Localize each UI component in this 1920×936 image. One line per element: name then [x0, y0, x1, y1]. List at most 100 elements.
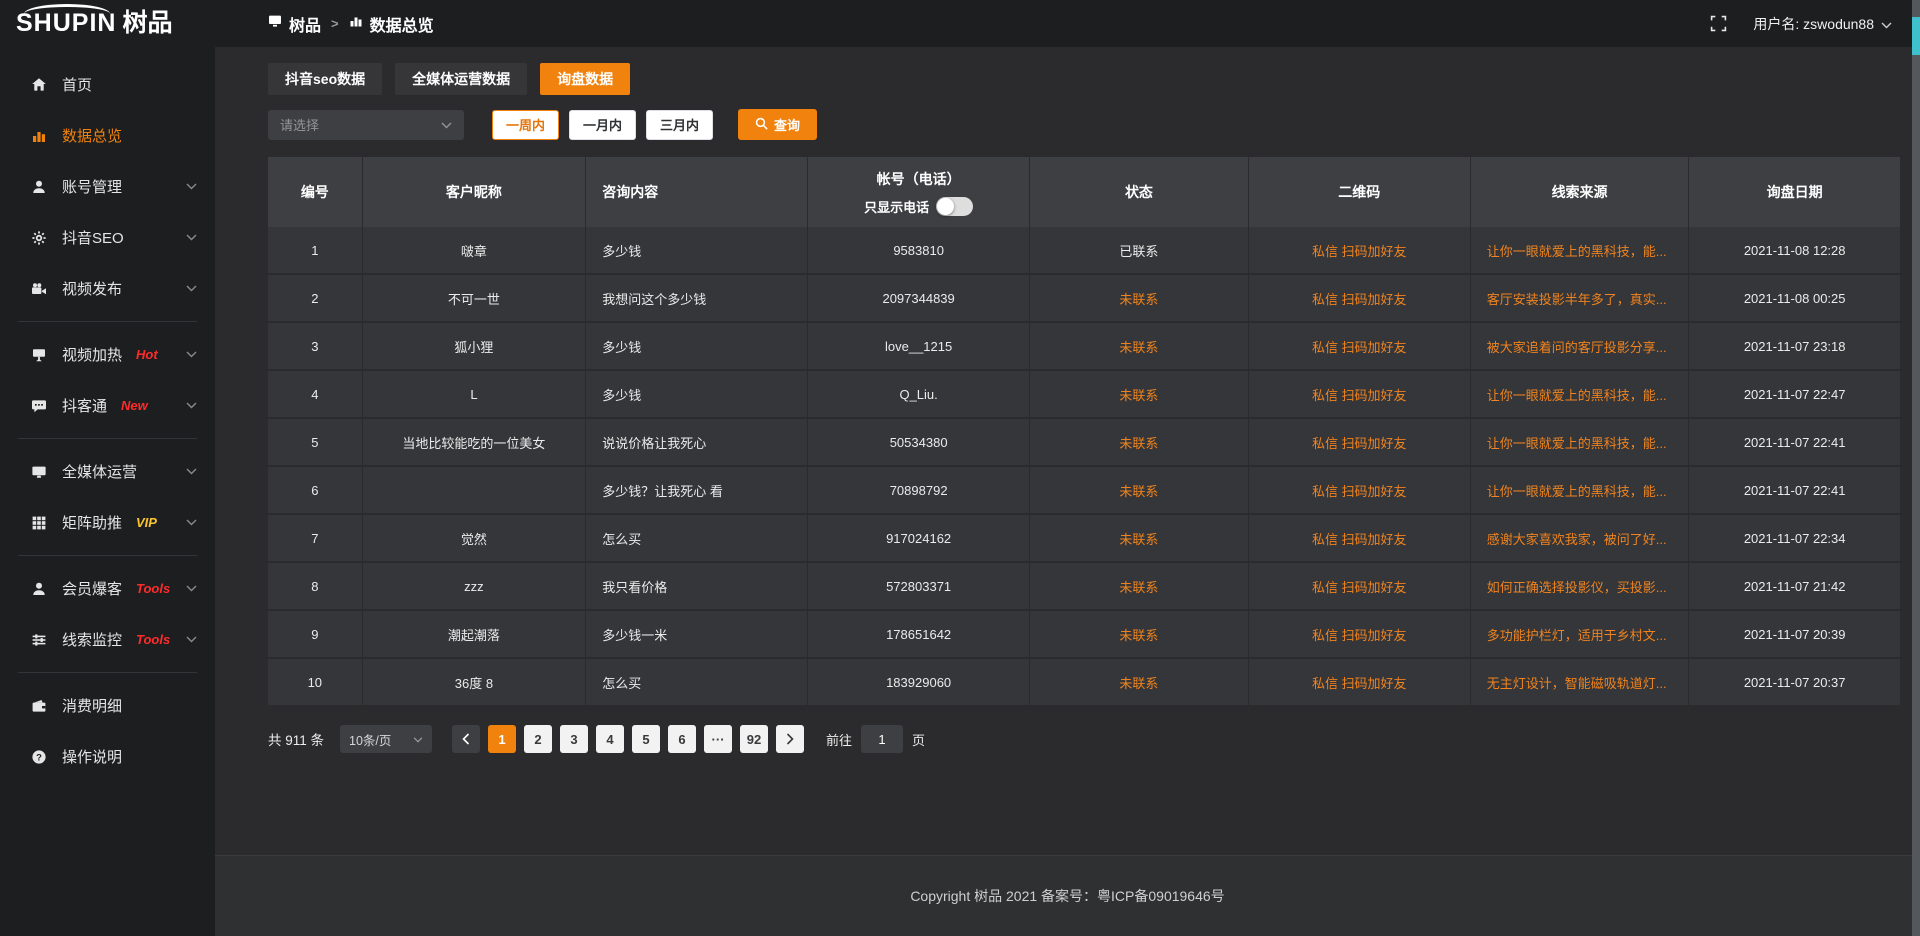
breadcrumb-root[interactable]: 树品 — [268, 12, 321, 36]
page-button-2[interactable]: 2 — [524, 725, 552, 753]
gear-icon — [30, 229, 48, 247]
page-button-3[interactable]: 3 — [560, 725, 588, 753]
prev-page-button[interactable] — [452, 725, 480, 753]
wallet-icon — [30, 697, 48, 715]
source-link[interactable]: 无主灯设计，智能磁吸轨道灯... — [1471, 659, 1690, 705]
qrcode-link[interactable]: 私信 扫码加好友 — [1249, 275, 1471, 321]
footer: Copyright 树品 2021 备案号：粤ICP备09019646号 — [215, 855, 1920, 936]
monitor-icon — [30, 463, 48, 481]
source-link[interactable]: 多功能护栏灯，适用于乡村文... — [1471, 611, 1690, 657]
sidebar-item-help[interactable]: ? 操作说明 — [0, 731, 215, 782]
goto-page-input[interactable] — [861, 725, 903, 753]
range-three-months-button[interactable]: 三月内 — [646, 110, 713, 140]
page-ellipsis-button[interactable]: ··· — [704, 725, 732, 753]
sidebar-item-member-leads[interactable]: 会员爆客 Tools — [0, 563, 215, 614]
screen-icon — [30, 346, 48, 364]
cell-account: Q_Liu. — [808, 371, 1030, 417]
sidebar-item-home[interactable]: 首页 — [0, 59, 215, 110]
sidebar-item-lead-monitor[interactable]: 线索监控 Tools — [0, 614, 215, 665]
table-row: 6 多少钱？让我死心 看 70898792 未联系 私信 扫码加好友 让你一眼就… — [268, 467, 1900, 515]
qrcode-link[interactable]: 私信 扫码加好友 — [1249, 323, 1471, 369]
sidebar-menu: 首页 数据总览 账号管理 抖音 — [0, 47, 215, 782]
sidebar-item-doukeTong[interactable]: 抖客通 New — [0, 380, 215, 431]
sidebar-item-video-heat[interactable]: 视频加热 Hot — [0, 329, 215, 380]
member-icon — [30, 580, 48, 598]
search-button[interactable]: 查询 — [738, 109, 817, 140]
range-one-week-button[interactable]: 一周内 — [492, 110, 559, 140]
col-header-source: 线索来源 — [1471, 157, 1690, 227]
page-button-6[interactable]: 6 — [668, 725, 696, 753]
cell-content: 多少钱一米 — [586, 611, 808, 657]
next-page-button[interactable] — [776, 725, 804, 753]
page-button-5[interactable]: 5 — [632, 725, 660, 753]
page-button-1[interactable]: 1 — [488, 725, 516, 753]
qrcode-link[interactable]: 私信 扫码加好友 — [1249, 515, 1471, 561]
cell-content: 我想问这个多少钱 — [586, 275, 808, 321]
source-link[interactable]: 让你一眼就爱上的黑科技，能... — [1471, 467, 1690, 513]
topbar-right: 用户名: zswodun88 — [1710, 14, 1892, 34]
sidebar-item-spend-details[interactable]: 消费明细 — [0, 680, 215, 731]
range-one-month-button[interactable]: 一月内 — [569, 110, 636, 140]
source-link[interactable]: 客厅安装投影半年多了，真实... — [1471, 275, 1690, 321]
chevron-down-icon — [186, 351, 197, 358]
table-row: 4 L 多少钱 Q_Liu. 未联系 私信 扫码加好友 让你一眼就爱上的黑科技，… — [268, 371, 1900, 419]
sidebar-item-data-overview[interactable]: 数据总览 — [0, 110, 215, 161]
qrcode-link[interactable]: 私信 扫码加好友 — [1249, 659, 1471, 705]
col-header-qrcode: 二维码 — [1249, 157, 1471, 227]
menu-divider — [18, 438, 197, 439]
source-link[interactable]: 感谢大家喜欢我家，被问了好... — [1471, 515, 1690, 561]
col-header-account: 帐号（电话） 只显示电话 — [808, 157, 1030, 227]
user-menu[interactable]: 用户名: zswodun88 — [1753, 14, 1892, 34]
account-select[interactable]: 请选择 — [268, 110, 464, 140]
cell-no: 10 — [268, 659, 363, 705]
cell-nickname: 狐小狸 — [363, 323, 587, 369]
fullscreen-icon[interactable] — [1710, 15, 1727, 32]
cell-nickname: zzz — [363, 563, 587, 609]
sidebar-item-video-publish[interactable]: 视频发布 — [0, 263, 215, 314]
tab-omnimedia-data[interactable]: 全媒体运营数据 — [395, 63, 527, 95]
source-link[interactable]: 让你一眼就爱上的黑科技，能... — [1471, 371, 1690, 417]
status-badge: 未联系 — [1030, 563, 1249, 609]
page-button-92[interactable]: 92 — [740, 725, 768, 753]
chat-icon — [30, 397, 48, 415]
chevron-down-icon — [186, 519, 197, 526]
status-badge: 未联系 — [1030, 611, 1249, 657]
breadcrumb: 树品 > 数据总览 — [268, 12, 434, 36]
cell-nickname — [363, 467, 587, 513]
goto-page-group: 前往 页 — [826, 725, 925, 753]
table-row: 8 zzz 我只看价格 572803371 未联系 私信 扫码加好友 如何正确选… — [268, 563, 1900, 611]
total-count-label: 共 911 条 — [268, 729, 324, 749]
qrcode-link[interactable]: 私信 扫码加好友 — [1249, 371, 1471, 417]
cell-content: 怎么买 — [586, 515, 808, 561]
cell-content: 多少钱 — [586, 227, 808, 273]
sidebar-item-omnimedia[interactable]: 全媒体运营 — [0, 446, 215, 497]
vip-badge: VIP — [136, 515, 157, 530]
source-link[interactable]: 如何正确选择投影仪，买投影... — [1471, 563, 1690, 609]
scrollbar-thumb[interactable] — [1912, 17, 1920, 55]
page-size-select[interactable]: 10条/页 — [340, 725, 432, 753]
chevron-down-icon — [186, 234, 197, 241]
vertical-scrollbar[interactable] — [1912, 0, 1920, 936]
cell-account: 178651642 — [808, 611, 1030, 657]
sidebar-item-douyin-seo[interactable]: 抖音SEO — [0, 212, 215, 263]
sidebar-item-label: 数据总览 — [62, 125, 122, 146]
qrcode-link[interactable]: 私信 扫码加好友 — [1249, 227, 1471, 273]
qrcode-link[interactable]: 私信 扫码加好友 — [1249, 611, 1471, 657]
qrcode-link[interactable]: 私信 扫码加好友 — [1249, 419, 1471, 465]
cell-account: 9583810 — [808, 227, 1030, 273]
sidebar-item-label: 抖音SEO — [62, 227, 124, 248]
sidebar-item-matrix-boost[interactable]: 矩阵助推 VIP — [0, 497, 215, 548]
tab-inquiry-data[interactable]: 询盘数据 — [540, 63, 630, 95]
breadcrumb-current[interactable]: 数据总览 — [349, 12, 434, 36]
status-badge: 未联系 — [1030, 323, 1249, 369]
source-link[interactable]: 被大家追着问的客厅投影分享... — [1471, 323, 1690, 369]
qrcode-link[interactable]: 私信 扫码加好友 — [1249, 467, 1471, 513]
phone-only-toggle[interactable] — [936, 197, 973, 216]
source-link[interactable]: 让你一眼就爱上的黑科技，能... — [1471, 227, 1690, 273]
tab-douyin-seo-data[interactable]: 抖音seo数据 — [268, 63, 382, 95]
page-button-4[interactable]: 4 — [596, 725, 624, 753]
qrcode-link[interactable]: 私信 扫码加好友 — [1249, 563, 1471, 609]
status-badge: 未联系 — [1030, 659, 1249, 705]
sidebar-item-account-mgmt[interactable]: 账号管理 — [0, 161, 215, 212]
source-link[interactable]: 让你一眼就爱上的黑科技，能... — [1471, 419, 1690, 465]
